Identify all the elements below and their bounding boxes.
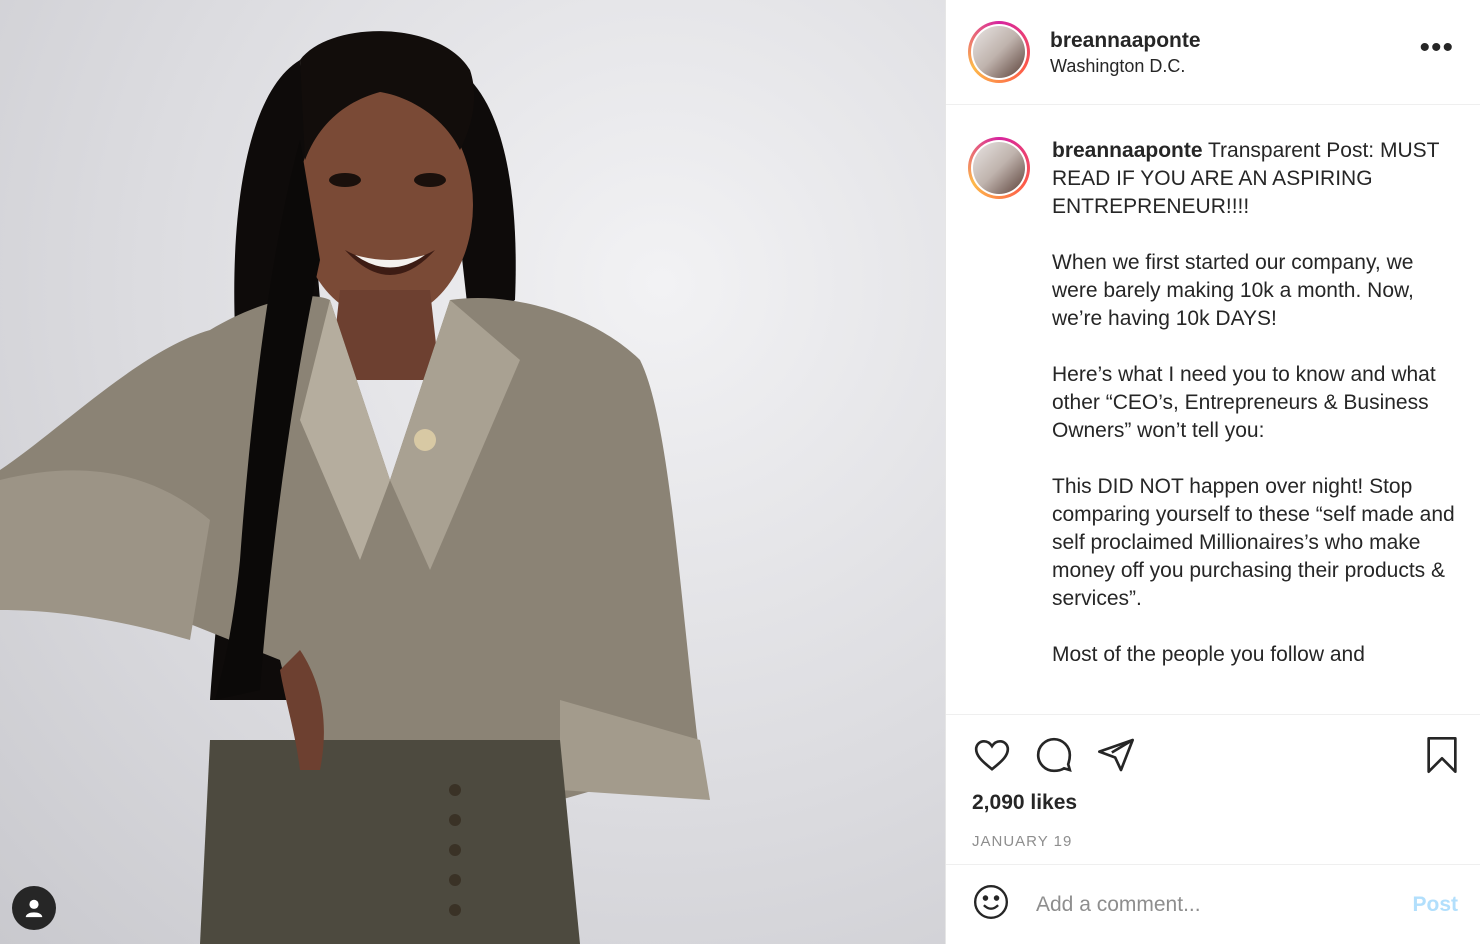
- more-horizontal-icon[interactable]: •••: [1419, 33, 1454, 63]
- post-photo[interactable]: [0, 0, 945, 944]
- action-bar: 2,090 likes JANUARY 19: [946, 714, 1480, 864]
- heart-icon[interactable]: [972, 735, 1012, 775]
- header-location[interactable]: Washington D.C.: [1050, 56, 1201, 77]
- caption-text: breannaaponte Transparent Post: MUST REA…: [1052, 137, 1460, 714]
- caption: breannaaponte Transparent Post: MUST REA…: [946, 105, 1480, 714]
- caption-avatar[interactable]: [968, 137, 1030, 199]
- post-comment-button[interactable]: Post: [1412, 893, 1458, 917]
- post-sidebar: breannaaponte Washington D.C. ••• breann…: [945, 0, 1480, 944]
- share-icon[interactable]: [1096, 735, 1136, 775]
- smiley-icon[interactable]: [972, 883, 1010, 926]
- header-username[interactable]: breannaaponte: [1050, 28, 1201, 54]
- post-date[interactable]: JANUARY 19: [972, 833, 1460, 850]
- instagram-post: breannaaponte Washington D.C. ••• breann…: [0, 0, 1480, 944]
- post-header: breannaaponte Washington D.C. •••: [946, 0, 1480, 105]
- portrait-illustration: [0, 31, 710, 944]
- user-tag-icon[interactable]: [12, 886, 56, 930]
- comment-bar: Post: [946, 864, 1480, 944]
- caption-username[interactable]: breannaaponte: [1052, 139, 1203, 162]
- caption-body: Transparent Post: MUST READ IF YOU ARE A…: [1052, 139, 1455, 666]
- comment-icon[interactable]: [1034, 735, 1074, 775]
- likes-count[interactable]: 2,090 likes: [972, 791, 1460, 815]
- avatar[interactable]: [968, 21, 1030, 83]
- comment-input[interactable]: [1034, 891, 1413, 918]
- bookmark-icon[interactable]: [1424, 735, 1460, 780]
